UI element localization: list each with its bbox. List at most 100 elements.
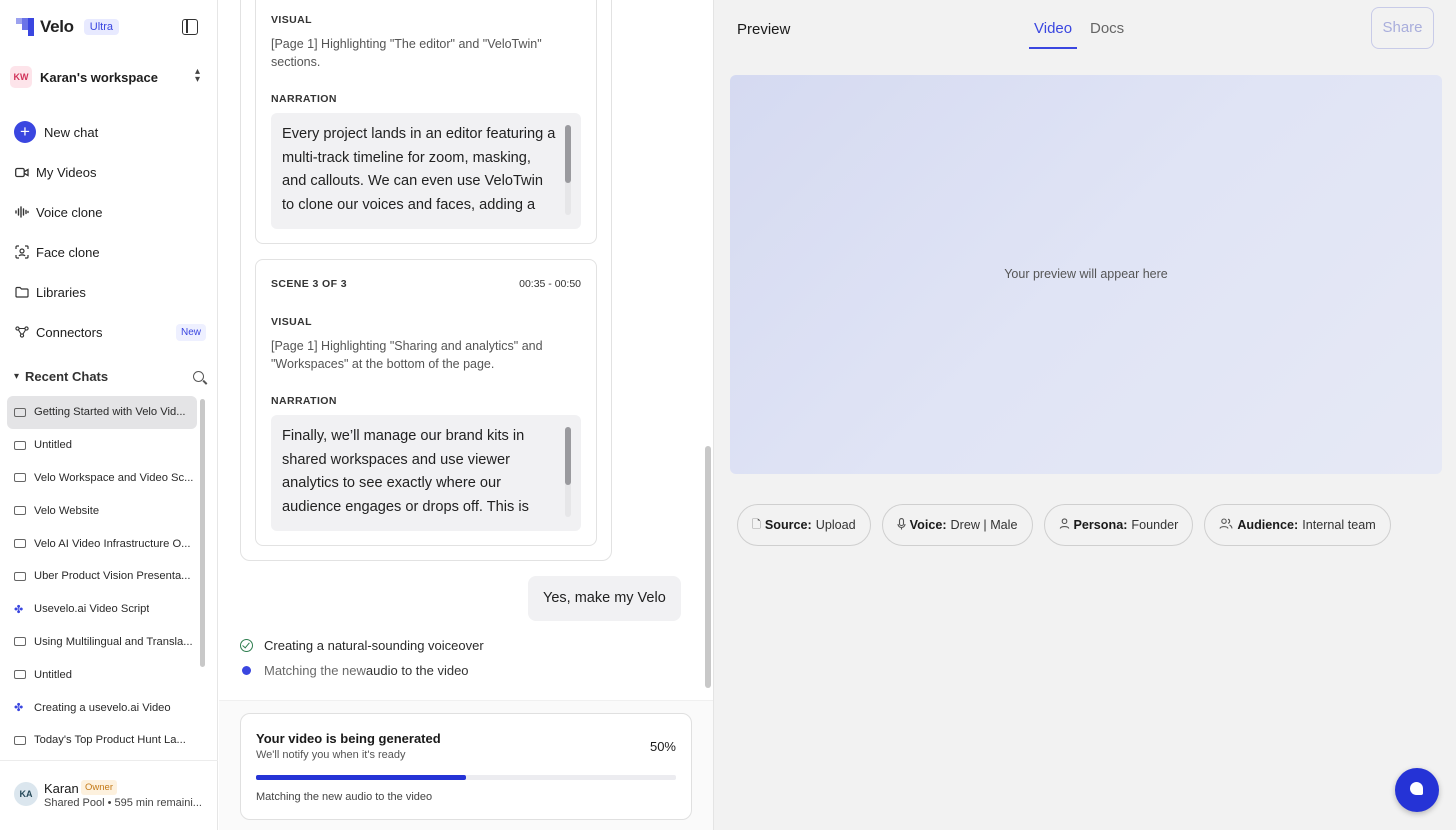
- sidebar-scrollbar[interactable]: [200, 399, 205, 667]
- scene-header: SCENE 3 OF 3 00:35 - 00:50: [271, 278, 581, 290]
- chat-scrollbar[interactable]: [705, 446, 711, 688]
- narration-text: Finally, we’ll manage our brand kits in …: [282, 428, 529, 516]
- plan-badge: Ultra: [83, 19, 119, 35]
- sidebar-item-connectors[interactable]: Connectors New: [14, 312, 206, 352]
- step-label-highlight: audio to the video: [365, 663, 469, 678]
- sidebar-item-label: Libraries: [36, 284, 86, 300]
- scene-card: SCENE 3 OF 3 00:35 - 00:50 VISUAL [Page …: [255, 259, 597, 546]
- narration-scrollbar[interactable]: [565, 427, 571, 517]
- waveform-icon: [14, 206, 30, 218]
- chip-value: Internal team: [1302, 518, 1376, 532]
- list-item[interactable]: Velo Workspace and Video Sc...: [7, 462, 197, 495]
- tab-docs[interactable]: Docs: [1090, 20, 1124, 49]
- plus-icon: +: [14, 121, 36, 143]
- step-label: Creating a natural-sounding voiceover: [264, 638, 484, 653]
- sidebar: Velo Ultra KW Karan's workspace ▴ ▾ + New…: [0, 0, 218, 830]
- video-settings-chips: 🗋 Source: Upload Voice: Drew | Male Pers…: [737, 504, 1391, 546]
- chat-icon: [14, 440, 26, 450]
- list-item[interactable]: Velo AI Video Infrastructure O...: [7, 527, 197, 560]
- chat-icon: [14, 637, 26, 647]
- folder-icon: [14, 286, 30, 298]
- narration-label: NARRATION: [271, 395, 337, 407]
- sidebar-item-libraries[interactable]: Libraries: [14, 272, 206, 312]
- chat-icon: [14, 407, 26, 417]
- workspace-name: Karan's workspace: [40, 69, 158, 85]
- support-chat-button[interactable]: [1395, 768, 1439, 812]
- generation-percent: 50%: [649, 739, 676, 754]
- visual-text: [Page 1] Highlighting "The editor" and "…: [271, 37, 542, 69]
- share-button[interactable]: Share: [1371, 7, 1434, 49]
- preview-panel: Preview Video Docs Share Your preview wi…: [713, 0, 1456, 830]
- list-item[interactable]: ✤ Usevelo.ai Video Script: [7, 593, 197, 626]
- user-message: Yes, make my Velo: [528, 576, 681, 621]
- list-item[interactable]: Using Multilingual and Transla...: [7, 626, 197, 659]
- chat-icon: [14, 670, 26, 680]
- connectors-icon: [14, 326, 30, 338]
- progress-bar: [256, 775, 676, 780]
- preview-placeholder: Your preview will appear here: [1004, 267, 1168, 281]
- sparkle-icon: ✤: [14, 603, 24, 616]
- person-icon: [1059, 518, 1070, 532]
- generation-card: Your video is being generated We'll noti…: [240, 713, 692, 820]
- workspace-switcher[interactable]: KW Karan's workspace ▴ ▾: [10, 64, 208, 90]
- sidebar-item-label: My Videos: [36, 164, 97, 180]
- progress-fill: [256, 775, 466, 780]
- list-item[interactable]: ✤ Creating a usevelo.ai Video: [7, 691, 197, 724]
- workspace-avatar: KW: [10, 66, 32, 88]
- visual-text: [Page 1] Highlighting "Sharing and analy…: [271, 339, 543, 371]
- usage-text: Shared Pool • 595 min remaini...: [44, 797, 202, 809]
- sidebar-item-label: Face clone: [36, 244, 100, 260]
- file-icon: 🗋: [752, 518, 761, 531]
- chip-label: Audience:: [1237, 518, 1299, 532]
- user-profile[interactable]: KA Karan Owner Shared Pool • 595 min rem…: [0, 760, 218, 830]
- list-item[interactable]: Untitled: [7, 429, 197, 462]
- sidebar-toggle-icon[interactable]: [182, 19, 198, 35]
- chip-value: Upload: [815, 518, 856, 532]
- recent-chats-header[interactable]: ▾ Recent Chats: [14, 369, 204, 384]
- generation-panel: Your video is being generated We'll noti…: [219, 700, 713, 830]
- list-item[interactable]: Uber Product Vision Presenta...: [7, 560, 197, 593]
- sidebar-item-label: Connectors: [36, 324, 103, 340]
- new-chat-label: New chat: [44, 124, 99, 140]
- chat-panel: VISUAL [Page 1] Highlighting "The editor…: [219, 0, 713, 830]
- generation-title: Your video is being generated: [256, 731, 441, 746]
- persona-chip[interactable]: Persona: Founder: [1043, 504, 1194, 546]
- narration-scrollbar[interactable]: [565, 125, 571, 215]
- new-chat-button[interactable]: + New chat: [14, 112, 206, 152]
- source-chip[interactable]: 🗋 Source: Upload: [737, 504, 871, 546]
- chevron-down-icon: ▾: [14, 371, 20, 382]
- check-circle-icon: [240, 639, 253, 652]
- list-item[interactable]: Getting Started with Velo Vid...: [7, 396, 197, 429]
- sidebar-item-face-clone[interactable]: Face clone: [14, 232, 206, 272]
- narration-box[interactable]: Every project lands in an editor featuri…: [271, 113, 581, 229]
- narration-box[interactable]: Finally, we’ll manage our brand kits in …: [271, 415, 581, 531]
- chat-icon: [14, 506, 26, 516]
- video-preview-area: Your preview will appear here: [730, 75, 1442, 474]
- search-icon[interactable]: [193, 371, 204, 382]
- new-badge: New: [175, 323, 206, 341]
- chip-label: Persona:: [1073, 518, 1128, 532]
- people-icon: [1219, 518, 1233, 532]
- recent-chats-list: Getting Started with Velo Vid... Untitle…: [7, 396, 197, 757]
- list-item[interactable]: Untitled: [7, 658, 197, 691]
- list-item[interactable]: Velo Website: [7, 494, 197, 527]
- voice-chip[interactable]: Voice: Drew | Male: [881, 504, 1033, 546]
- sidebar-item-voice-clone[interactable]: Voice clone: [14, 192, 206, 232]
- chat-icon: [14, 571, 26, 581]
- chip-label: Source:: [764, 518, 812, 532]
- audience-chip[interactable]: Audience: Internal team: [1204, 504, 1391, 546]
- chat-icon: [14, 735, 26, 745]
- sidebar-item-my-videos[interactable]: My Videos: [14, 152, 206, 192]
- role-badge: Owner: [81, 780, 117, 795]
- list-item[interactable]: Today's Top Product Hunt La...: [7, 724, 197, 757]
- tab-video[interactable]: Video: [1029, 20, 1078, 49]
- scene-time: 00:35 - 00:50: [519, 278, 581, 290]
- chat-icon: [14, 473, 26, 483]
- video-camera-icon: [14, 167, 30, 178]
- sparkle-icon: ✤: [14, 702, 24, 715]
- chip-label: Voice:: [909, 518, 947, 532]
- visual-label: VISUAL: [271, 316, 312, 328]
- brand[interactable]: Velo Ultra: [16, 17, 119, 37]
- narration-text: Every project lands in an editor featuri…: [282, 126, 556, 214]
- chip-value: Drew | Male: [950, 518, 1018, 532]
